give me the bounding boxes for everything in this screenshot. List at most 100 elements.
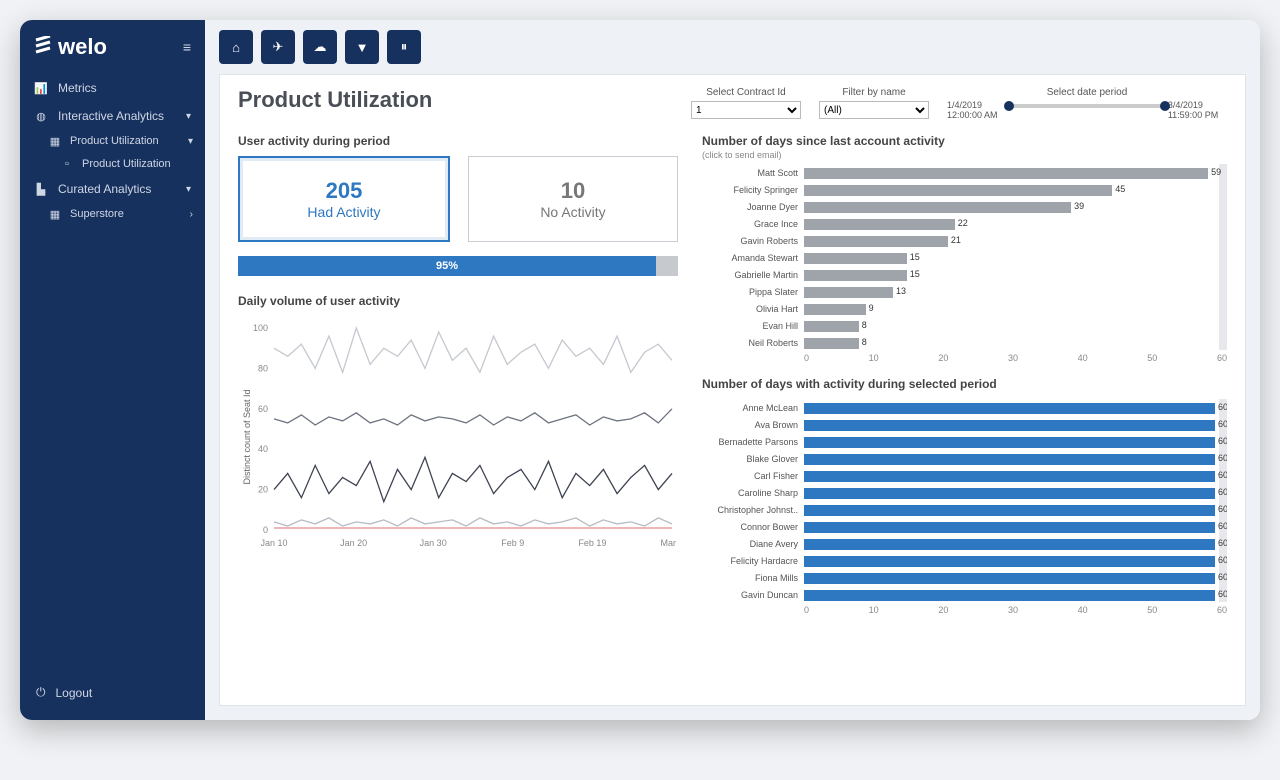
cloud-button[interactable]: ☁ [303, 30, 337, 64]
bar-row[interactable]: Neil Roberts8 [702, 336, 1215, 350]
card-had-activity[interactable]: 205 Had Activity [238, 156, 450, 242]
bar-label: Fiona Mills [702, 573, 798, 583]
bar-label: Christopher Johnst.. [702, 505, 798, 515]
bar-row[interactable]: Amanda Stewart 15 [702, 251, 1215, 265]
bar-row[interactable]: Gabrielle Martin15 [702, 268, 1215, 282]
days-active-chart[interactable]: Anne McLean60Ava Brown60Bernadette Parso… [702, 401, 1215, 602]
doc-icon: ▦ [48, 135, 62, 148]
date-start: 1/4/2019 12:00:00 AM [947, 100, 1006, 120]
card-no-activity[interactable]: 10 No Activity [468, 156, 678, 242]
bar-row[interactable]: Felicity Hardacre60 [702, 554, 1215, 568]
logout-button[interactable]: ⏻Logout [20, 675, 205, 710]
bar-row[interactable]: Christopher Johnst..60 [702, 503, 1215, 517]
bar-row[interactable]: Ava Brown60 [702, 418, 1215, 432]
bar-track: 60 [804, 590, 1215, 601]
date-range-slider[interactable] [1006, 104, 1168, 108]
svg-text:100: 100 [253, 323, 268, 333]
activity-cards: 205 Had Activity 10 No Activity [238, 156, 678, 242]
content-grid: User activity during period 205 Had Acti… [238, 126, 1227, 693]
svg-text:Distinct count of Seat Id: Distinct count of Seat Id [242, 389, 252, 484]
bar-row[interactable]: Diane Avery 60 [702, 537, 1215, 551]
bar-row[interactable]: Gavin Duncan 60 [702, 588, 1215, 602]
bar-row[interactable]: Gavin Roberts21 [702, 234, 1215, 248]
bar-track: 60 [804, 471, 1215, 482]
filter-contract: Select Contract Id 1 [691, 87, 801, 119]
sidebar-label: Curated Analytics [58, 182, 176, 196]
brand-name: welo [58, 34, 107, 60]
active-chart-wrap: Anne McLean60Ava Brown60Bernadette Parso… [702, 399, 1227, 602]
name-select[interactable]: (All) [819, 101, 929, 119]
bar-label: Carl Fisher [702, 471, 798, 481]
bar-track: 60 [804, 573, 1215, 584]
bar-row[interactable]: Pippa Slater13 [702, 285, 1215, 299]
bar-track: 45 [804, 185, 1215, 196]
days-active-title: Number of days with activity during sele… [702, 377, 1227, 391]
filter-button[interactable]: ▼ [345, 30, 379, 64]
filter-label: Select Contract Id [691, 87, 801, 98]
sidebar-label: Product Utilization [70, 135, 159, 148]
svg-text:60: 60 [258, 404, 268, 414]
brand-logo-icon [34, 36, 52, 58]
bar-track: 13 [804, 287, 1215, 298]
bar-track: 8 [804, 321, 1215, 332]
brand-row: welo ≡ [20, 34, 205, 74]
bar-row[interactable]: Carl Fisher 60 [702, 469, 1215, 483]
since-activity-title: Number of days since last account activi… [702, 134, 1227, 148]
bar-track: 60 [804, 539, 1215, 550]
bar-label: Bernadette Parsons [702, 437, 798, 447]
sidebar-item-interactive-analytics[interactable]: ◍Interactive Analytics▾ [20, 102, 205, 130]
bar-track: 39 [804, 202, 1215, 213]
daily-volume-chart[interactable]: 020406080100Distinct count of Seat IdJan… [238, 322, 678, 693]
scrollbar[interactable] [1219, 164, 1227, 350]
card-number: 10 [561, 178, 585, 204]
sidebar-item-metrics[interactable]: 📊Metrics [20, 74, 205, 102]
pause-button[interactable]: ⏸ [387, 30, 421, 64]
svg-text:Feb 9: Feb 9 [501, 538, 524, 548]
home-button[interactable]: ⌂ [219, 30, 253, 64]
bar-label: Amanda Stewart [702, 253, 798, 263]
filter-name: Filter by name (All) [819, 87, 929, 119]
bar-row[interactable]: Bernadette Parsons60 [702, 435, 1215, 449]
chevron-down-icon: ▾ [188, 136, 193, 147]
bar-label: Diane Avery [702, 539, 798, 549]
cloud-icon: ☁ [314, 39, 327, 55]
sidebar-item-product-utilization-child[interactable]: ▫Product Utilization [20, 153, 205, 175]
bar-label: Olivia Hart [702, 304, 798, 314]
bar-label: Joanne Dyer [702, 202, 798, 212]
home-icon: ⌂ [232, 40, 240, 55]
bar-row[interactable]: Connor Bower60 [702, 520, 1215, 534]
bar-label: Caroline Sharp [702, 488, 798, 498]
sidebar-item-curated-analytics[interactable]: ▙Curated Analytics▾ [20, 175, 205, 203]
bar-row[interactable]: Grace Ince22 [702, 217, 1215, 231]
doc-icon: ▦ [48, 208, 62, 221]
bar-row[interactable]: Anne McLean60 [702, 401, 1215, 415]
filter-label: Select date period [1047, 87, 1128, 98]
bar-row[interactable]: Joanne Dyer 39 [702, 200, 1215, 214]
since-activity-chart[interactable]: Matt Scott59 Felicity Springer45 Joanne Dy… [702, 166, 1215, 350]
bar-label: Anne McLean [702, 403, 798, 413]
sidebar-item-product-utilization[interactable]: ▦ Product Utilization ▾ [20, 130, 205, 153]
user-activity-title: User activity during period [238, 134, 678, 148]
sidebar-label: Metrics [58, 81, 97, 95]
sidebar-item-superstore[interactable]: ▦Superstore› [20, 203, 205, 226]
contract-select[interactable]: 1 [691, 101, 801, 119]
card-label: Had Activity [307, 204, 380, 220]
sidebar-label: Superstore [70, 208, 124, 221]
hamburger-icon[interactable]: ≡ [183, 39, 191, 55]
power-icon: ⏻ [36, 685, 46, 700]
bar-row[interactable]: Caroline Sharp 60 [702, 486, 1215, 500]
bar-row[interactable]: Olivia Hart9 [702, 302, 1215, 316]
bar-track: 15 [804, 253, 1215, 264]
send-button[interactable]: ✈ [261, 30, 295, 64]
bar-row[interactable]: Felicity Springer45 [702, 183, 1215, 197]
bar-row[interactable]: Fiona Mills 60 [702, 571, 1215, 585]
bar-row[interactable]: Matt Scott59 [702, 166, 1215, 180]
svg-text:Mar 1: Mar 1 [660, 538, 678, 548]
bar-track: 60 [804, 488, 1215, 499]
bar-label: Gavin Duncan [702, 590, 798, 600]
bar-row[interactable]: Blake Glover60 [702, 452, 1215, 466]
bar-track: 59 [804, 168, 1215, 179]
dashboard-panel: Product Utilization Select Contract Id 1… [219, 74, 1246, 706]
svg-text:Jan 20: Jan 20 [340, 538, 367, 548]
bar-row[interactable]: Evan Hill8 [702, 319, 1215, 333]
